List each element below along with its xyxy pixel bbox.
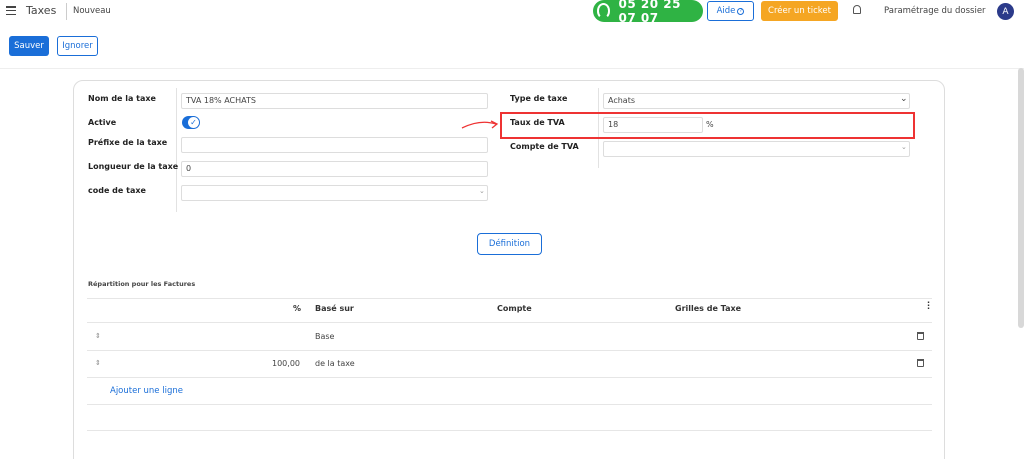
active-label: Active [88, 118, 117, 127]
tax-length-input[interactable]: 0 [181, 161, 488, 177]
settings-link[interactable]: Paramétrage du dossier [884, 6, 986, 16]
phone-support-badge[interactable]: 05 20 25 07 07 [593, 0, 703, 25]
menu-icon[interactable] [6, 6, 16, 15]
vat-account-label: Compte de TVA [510, 142, 579, 151]
annotation-arrow-icon [461, 120, 499, 129]
breadcrumb: Nouveau [73, 6, 111, 16]
tax-code-label: code de taxe [88, 186, 146, 195]
table-divider [87, 430, 932, 431]
trash-icon[interactable] [917, 359, 924, 367]
tax-prefix-label: Préfixe de la taxe [88, 138, 168, 147]
column-header-based-on[interactable]: Basé sur [315, 304, 354, 313]
row-based-on[interactable]: Base [315, 332, 334, 341]
tax-length-label: Longueur de la taxe [88, 162, 179, 171]
row-percent[interactable]: 100,00 [272, 359, 300, 368]
tax-code-select[interactable] [181, 185, 488, 201]
chevron-down-icon: ⌄ [900, 94, 908, 104]
title-separator [66, 3, 67, 20]
bell-icon[interactable] [853, 5, 861, 14]
table-divider [87, 350, 932, 351]
add-line-link[interactable]: Ajouter une ligne [110, 386, 183, 396]
tax-prefix-input[interactable] [181, 137, 488, 153]
check-icon: ✓ [188, 117, 199, 128]
page-scrollbar[interactable] [1018, 68, 1024, 328]
column-header-tax-grids[interactable]: Grilles de Taxe [675, 304, 741, 313]
ignore-button[interactable]: Ignorer [57, 36, 98, 56]
highlight-annotation [500, 112, 915, 139]
table-divider [87, 298, 932, 299]
distribution-section-title: Répartition pour les Factures [88, 280, 196, 288]
row-based-on[interactable]: de la taxe [315, 359, 355, 368]
table-divider [87, 322, 932, 323]
column-options-icon[interactable]: · · · [927, 299, 930, 313]
toolbar-divider [0, 68, 1024, 69]
table-divider [87, 377, 932, 378]
tax-name-input[interactable]: TVA 18% ACHATS [181, 93, 488, 109]
column-header-percent[interactable]: % [293, 304, 301, 313]
chevron-down-icon: ⌄ [479, 187, 485, 195]
drag-handle-icon[interactable]: ⇕ [95, 332, 101, 340]
phone-number: 05 20 25 07 07 [618, 0, 681, 25]
drag-handle-icon[interactable]: ⇕ [95, 359, 101, 367]
tax-type-label: Type de taxe [510, 94, 568, 103]
app-title[interactable]: Taxes [26, 4, 56, 17]
definition-button[interactable]: Définition [477, 233, 542, 255]
create-ticket-button[interactable]: Créer un ticket [761, 1, 838, 21]
avatar[interactable]: A [997, 3, 1014, 20]
active-toggle[interactable]: ✓ [182, 116, 200, 129]
chevron-down-icon: ⌄ [901, 143, 907, 151]
save-button[interactable]: Sauver [9, 36, 49, 56]
headset-icon [597, 3, 611, 19]
vat-account-select[interactable] [603, 141, 910, 157]
tax-type-select[interactable]: Achats [603, 93, 910, 109]
question-icon: ? [737, 7, 745, 15]
left-column-divider [176, 88, 177, 212]
help-button[interactable]: Aide ? [707, 1, 754, 21]
table-divider [87, 404, 932, 405]
column-header-account[interactable]: Compte [497, 304, 532, 313]
trash-icon[interactable] [917, 332, 924, 340]
top-navbar: Taxes Nouveau 05 20 25 07 07 Aide ? Crée… [0, 0, 1024, 25]
tax-name-label: Nom de la taxe [88, 94, 156, 103]
help-label: Aide [716, 6, 736, 16]
